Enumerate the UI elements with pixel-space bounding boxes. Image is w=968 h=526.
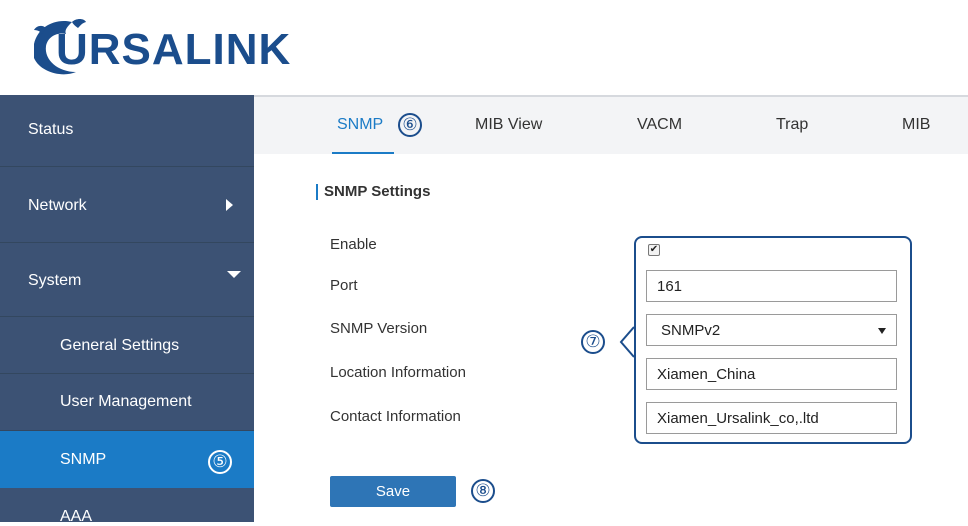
- tab-snmp[interactable]: SNMP: [337, 116, 383, 134]
- sidebar-item-user-management[interactable]: User Management: [0, 374, 254, 431]
- snmp-version-select[interactable]: SNMPv2: [646, 314, 897, 346]
- location-information-label: Location Information: [330, 364, 466, 381]
- save-button[interactable]: Save: [330, 476, 456, 507]
- brand-name: URSALINK: [56, 25, 292, 74]
- chevron-down-icon: [227, 271, 241, 278]
- header: URSALINK: [0, 0, 968, 95]
- sidebar-item-label: User Management: [60, 393, 192, 410]
- snmp-version-label: SNMP Version: [330, 320, 428, 337]
- tab-trap[interactable]: Trap: [776, 116, 808, 134]
- enable-checkbox[interactable]: ✔: [648, 244, 660, 256]
- tab-mib[interactable]: MIB: [902, 116, 930, 134]
- contact-input[interactable]: [646, 402, 897, 434]
- sidebar-item-system[interactable]: System: [0, 243, 254, 317]
- sidebar-item-label: AAA: [60, 508, 93, 525]
- port-label: Port: [330, 277, 358, 294]
- enable-label: Enable: [330, 236, 377, 253]
- snmp-version-value: SNMPv2: [661, 322, 721, 339]
- chevron-right-icon: [226, 199, 233, 211]
- sidebar-item-snmp[interactable]: SNMP ⑤: [0, 431, 254, 488]
- sidebar-item-general-settings[interactable]: General Settings: [0, 317, 254, 374]
- sidebar-item-label: General Settings: [60, 337, 180, 354]
- sidebar-item-label: System: [28, 272, 82, 289]
- sidebar-item-label: Status: [28, 121, 74, 138]
- contact-information-label: Contact Information: [330, 408, 461, 425]
- sidebar-item-aaa[interactable]: AAA: [0, 488, 254, 525]
- sidebar-item-status[interactable]: Status: [0, 95, 254, 167]
- location-input[interactable]: [646, 358, 897, 390]
- sidebar-item-network[interactable]: Network: [0, 167, 254, 243]
- annotation-marker-8: ⑧: [471, 479, 495, 503]
- tab-vacm[interactable]: VACM: [637, 116, 682, 134]
- sidebar-item-label: Network: [28, 197, 87, 214]
- dropdown-arrow-icon: [878, 328, 886, 334]
- tab-mib-view[interactable]: MIB View: [475, 116, 542, 134]
- section-title: SNMP Settings: [316, 184, 430, 200]
- port-input[interactable]: [646, 270, 897, 302]
- sidebar-item-label: SNMP: [60, 451, 107, 468]
- annotation-marker-5: ⑤: [208, 450, 232, 474]
- annotation-marker-6: ⑥: [398, 113, 422, 137]
- annotation-marker-7: ⑦: [581, 330, 605, 354]
